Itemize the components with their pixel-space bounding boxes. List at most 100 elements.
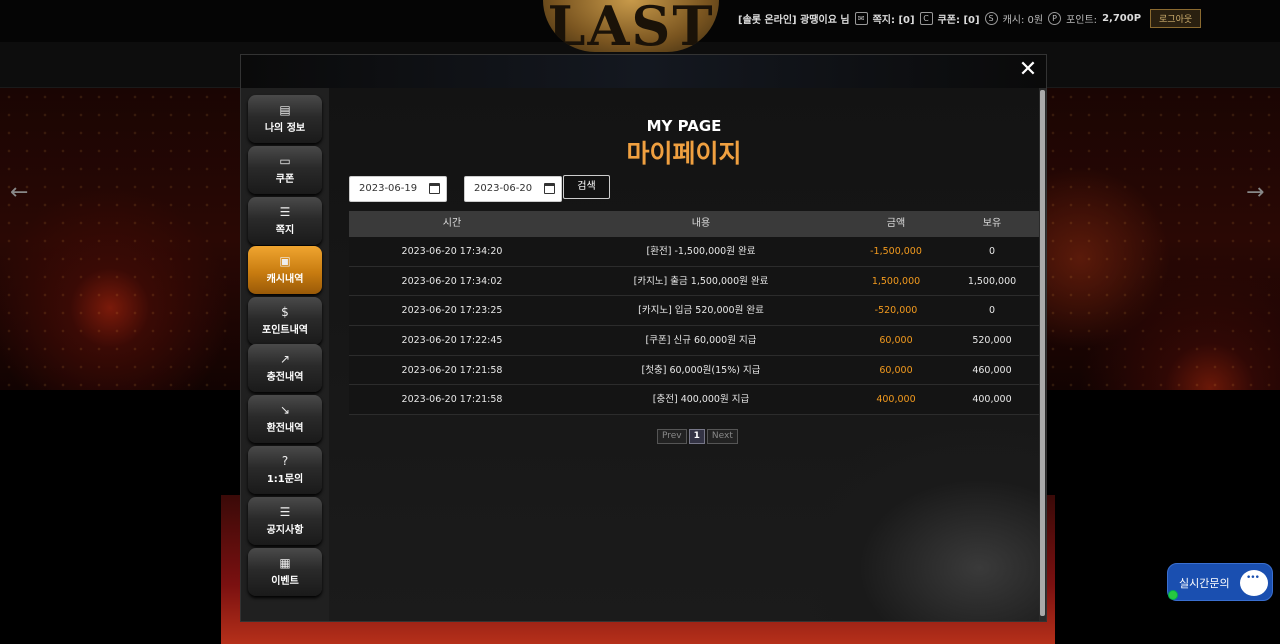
coupon-icon: ▭ [279,154,291,168]
start-date-input[interactable]: 2023-06-19 [349,176,447,202]
cash-icon: S [984,11,998,25]
sidebar-item-label: 쿠폰 [275,174,295,185]
column-header-time: 시간 [442,218,462,229]
column-header-balance: 보유 [982,218,1002,229]
chart-up-icon: ↗ [279,352,291,366]
row-content: [환전] -1,500,000원 완료 [646,246,756,257]
row-content: [카지노] 출금 1,500,000원 완료 [633,275,769,287]
scrollbar-thumb[interactable] [1040,90,1045,616]
calendar-icon[interactable] [429,183,440,194]
row-balance: 400,000 [972,394,1012,406]
chat-bubble-icon [1240,570,1268,596]
end-date-input[interactable]: 2023-06-20 [464,176,562,202]
table-row: 2023-06-20 17:23:25 [카지노] 입금 520,000원 완료… [349,296,1039,327]
search-button[interactable]: 검색 [563,175,610,199]
calendar-icon[interactable] [544,183,555,194]
row-content: [충전] 400,000원 지급 [652,394,750,406]
notice-icon: ☰ [279,505,291,519]
coupons-count[interactable]: 쿠폰: [0] [938,11,980,26]
cash-amount: 캐시: 0원 [1002,14,1044,26]
banner-prev-arrow-icon[interactable]: ← [10,180,28,205]
messages-count[interactable]: 쪽지: [0] [873,11,915,26]
mypage-modal: ✕ ▤ 나의 정보 ▭ 쿠폰 ☰ 쪽지 ▣ 캐시내역 $ 포인트내역 ↗ 충전내… [240,54,1047,622]
row-balance: 520,000 [972,335,1012,347]
online-status-icon [1168,590,1178,600]
table-row: 2023-06-20 17:34:02 [카지노] 출금 1,500,000원 … [349,266,1039,297]
user-bar: [솔롯 온라인] 광땡이요 님 ✉ 쪽지: [0] C 쿠폰: [0] S 캐시… [738,8,1202,28]
sidebar-item-label: 환전내역 [266,423,304,434]
row-balance: 0 [988,305,996,317]
sidebar-item-cash-history[interactable]: ▣ 캐시내역 [248,246,322,294]
row-time: 2023-06-20 17:22:45 [401,335,503,347]
row-time: 2023-06-20 17:34:20 [401,246,503,257]
next-page-button[interactable]: Next [706,429,738,444]
row-content: [카지노] 입금 520,000원 완료 [638,305,764,317]
money-bag-icon: $ [281,305,289,319]
chart-down-icon: ↘ [279,403,291,417]
logout-button[interactable]: 로그아웃 [1150,8,1202,28]
pagination: Prev 1 Next [657,429,738,444]
table-row: 2023-06-20 17:21:58 [충전] 400,000원 지급 400… [349,385,1039,416]
sidebar-item-label: 포인트내역 [262,325,308,336]
row-content: [쿠폰] 신규 60,000원 지급 [645,335,757,347]
table-row: 2023-06-20 17:22:45 [쿠폰] 신규 60,000원 지급 6… [349,326,1039,356]
sidebar-item-withdraw-history[interactable]: ↘ 환전내역 [248,395,322,443]
prev-page-button[interactable]: Prev [657,429,687,444]
sidebar-item-my-info[interactable]: ▤ 나의 정보 [248,95,322,143]
mypage-sidebar: ▤ 나의 정보 ▭ 쿠폰 ☰ 쪽지 ▣ 캐시내역 $ 포인트내역 ↗ 충전내역 … [241,88,329,621]
cash-history-table: 시간 내용 금액 보유 2023-06-20 17:34:20 [환전] -1,… [349,211,1039,416]
mypage-content: MY PAGE 마이페이지 2023-06-19 2023-06-20 검색 시… [329,88,1039,621]
sidebar-item-inquiry[interactable]: ? 1:1문의 [248,446,322,494]
row-time: 2023-06-20 17:23:25 [401,305,503,317]
row-balance: 460,000 [972,364,1012,376]
sidebar-item-label: 공지사항 [266,525,304,536]
table-header: 시간 내용 금액 보유 [349,211,1039,237]
table-row: 2023-06-20 17:34:20 [환전] -1,500,000원 완료 … [349,237,1039,267]
sidebar-item-label: 1:1문의 [266,474,304,485]
sidebar-item-event[interactable]: ▦ 이벤트 [248,548,322,596]
live-chat-label: 실시간문의 [1179,577,1230,590]
sidebar-item-point-history[interactable]: $ 포인트내역 [248,297,322,345]
row-amount: 1,500,000 [871,275,921,287]
row-amount: 60,000 [879,364,913,376]
row-time: 2023-06-20 17:21:58 [401,394,503,406]
column-header-content: 내용 [691,218,711,229]
close-icon[interactable]: ✕ [1016,59,1040,83]
points-icon: P [1048,11,1062,25]
end-date-value: 2023-06-20 [474,183,533,194]
live-chat-button[interactable]: 실시간문의 [1167,563,1273,601]
sidebar-item-label: 충전내역 [266,372,304,383]
row-time: 2023-06-20 17:34:02 [401,275,503,287]
cash-icon: ▣ [279,254,291,268]
row-content: [첫충] 60,000원(15%) 지급 [641,364,761,376]
page-1-button[interactable]: 1 [688,429,705,444]
points-label: 포인트: [1066,14,1098,26]
table-row: 2023-06-20 17:21:58 [첫충] 60,000원(15%) 지급… [349,355,1039,386]
sidebar-item-message[interactable]: ☰ 쪽지 [248,197,322,245]
id-card-icon: ▤ [279,103,291,117]
sidebar-item-deposit-history[interactable]: ↗ 충전내역 [248,344,322,392]
question-icon: ? [281,454,289,468]
points-value: 2,700P [1102,12,1142,24]
envelope-icon: ✉ [854,11,868,25]
sidebar-item-notice[interactable]: ☰ 공지사항 [248,497,322,545]
row-balance: 1,500,000 [967,275,1017,287]
sidebar-item-label: 나의 정보 [264,123,306,134]
column-header-amount: 금액 [886,218,906,229]
row-amount: 60,000 [879,335,913,347]
sidebar-item-label: 이벤트 [271,576,299,587]
sidebar-item-label: 쪽지 [275,225,295,236]
message-icon: ☰ [279,205,291,219]
row-amount: -520,000 [874,305,918,317]
content-scrollbar[interactable] [1039,88,1046,621]
row-balance: 0 [988,246,996,257]
calendar-icon: ▦ [279,556,291,570]
banner-next-arrow-icon[interactable]: → [1246,180,1264,205]
row-time: 2023-06-20 17:21:58 [401,364,503,376]
row-amount: -1,500,000 [870,246,922,257]
sidebar-item-coupon[interactable]: ▭ 쿠폰 [248,146,322,194]
site-logo[interactable]: LAST [543,0,719,52]
row-amount: 400,000 [876,394,916,406]
page-title-en: MY PAGE [646,117,722,135]
start-date-value: 2023-06-19 [359,183,418,194]
